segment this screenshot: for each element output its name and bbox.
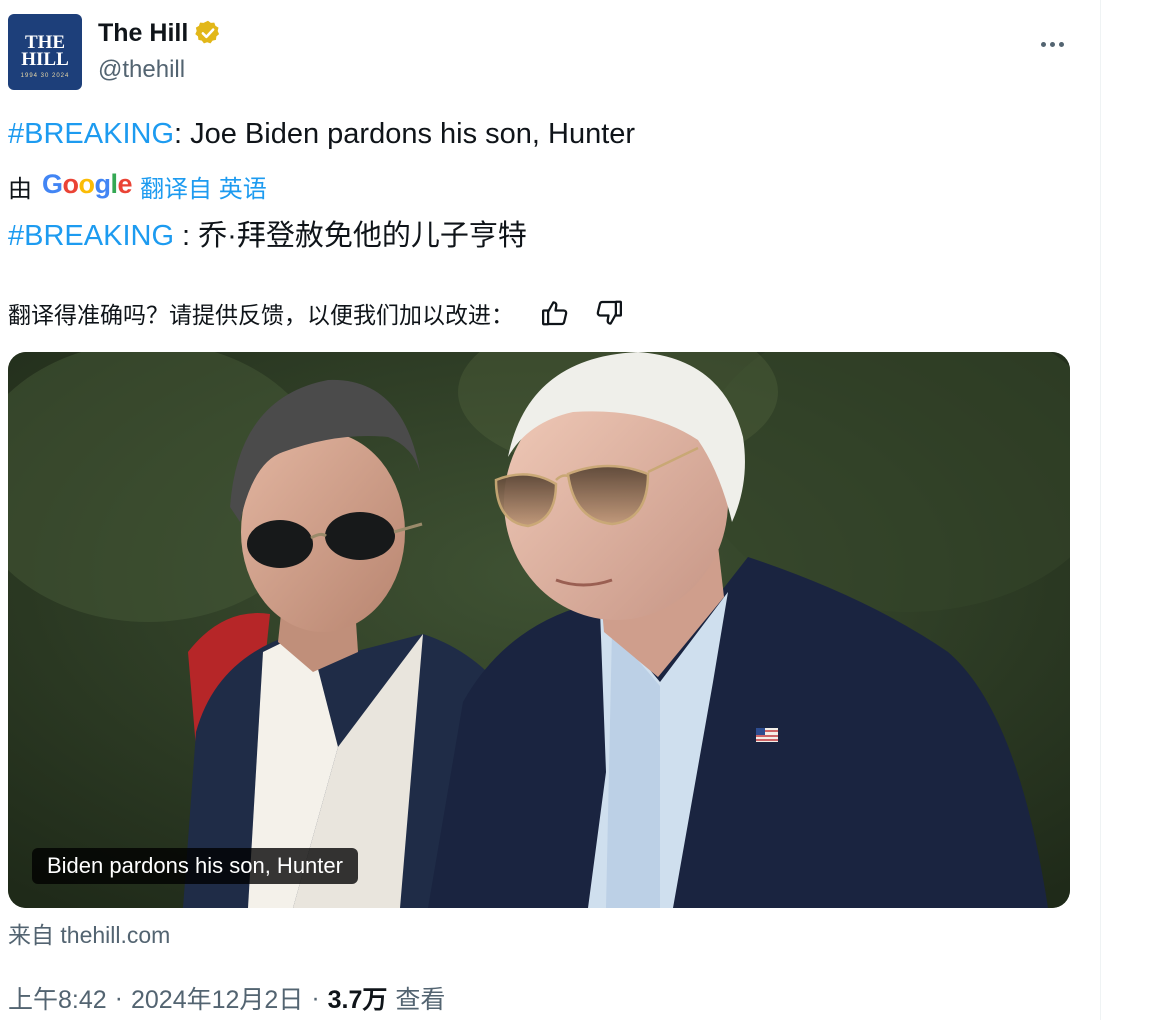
feedback-prompt: 翻译得准确吗？请提供反馈，以便我们加以改进：: [8, 302, 514, 328]
tweet-text: #BREAKING: Joe Biden pardons his son, Hu…: [8, 118, 635, 151]
handle[interactable]: @thehill: [98, 56, 185, 84]
thumbs-down-icon[interactable]: [592, 296, 626, 330]
tweet-time[interactable]: 上午8:42: [8, 980, 107, 1016]
avatar[interactable]: THE HILL 1994 30 2024: [8, 14, 82, 90]
more-dot: [1040, 41, 1046, 47]
google-logo: Google: [42, 168, 133, 199]
tweet-meta: 上午8:42 · 2024年12月2日 · 3.7万 查看: [8, 980, 445, 1016]
translated-text: #BREAKING : 乔·拜登赦免他的儿子亨特: [8, 212, 527, 254]
tweet-media-card[interactable]: Biden pardons his son, Hunter: [8, 352, 1070, 908]
tweet-date[interactable]: 2024年12月2日: [131, 980, 303, 1016]
translated-by-prefix: 由: [8, 175, 32, 203]
translated-hashtag-link[interactable]: #BREAKING: [8, 220, 174, 252]
meta-separator: ·: [114, 983, 123, 1012]
views-count: 3.7万: [327, 986, 388, 1014]
verified-badge-icon[interactable]: [194, 19, 222, 47]
media-caption-badge: Biden pardons his son, Hunter: [32, 848, 358, 884]
tweet-header: THE HILL 1994 30 2024 The Hill @thehill: [8, 14, 1072, 92]
more-dot: [1049, 41, 1055, 47]
more-options-icon[interactable]: [1032, 24, 1072, 64]
translated-body: : 乔·拜登赦免他的儿子亨特: [174, 220, 527, 252]
thumbs-up-icon[interactable]: [538, 296, 572, 330]
display-name[interactable]: The Hill: [98, 19, 188, 48]
translated-by-row: 由 Google 翻译自 英语: [8, 168, 267, 204]
news-photo: [8, 352, 1070, 908]
translated-from-link[interactable]: 翻译自 英语: [140, 169, 267, 204]
link-source[interactable]: 来自 thehill.com: [8, 916, 170, 950]
avatar-line2: HILL: [21, 49, 69, 70]
name-row: The Hill: [98, 17, 222, 49]
meta-separator: ·: [311, 983, 320, 1012]
views-label: 查看: [395, 986, 446, 1014]
translation-feedback: 翻译得准确吗？请提供反馈，以便我们加以改进：: [8, 293, 626, 333]
more-dot: [1058, 41, 1064, 47]
tweet-body: : Joe Biden pardons his son, Hunter: [174, 118, 636, 150]
avatar-years: 1994 30 2024: [20, 73, 70, 79]
right-column-divider: [1100, 0, 1101, 1020]
hashtag-link[interactable]: #BREAKING: [8, 118, 174, 150]
